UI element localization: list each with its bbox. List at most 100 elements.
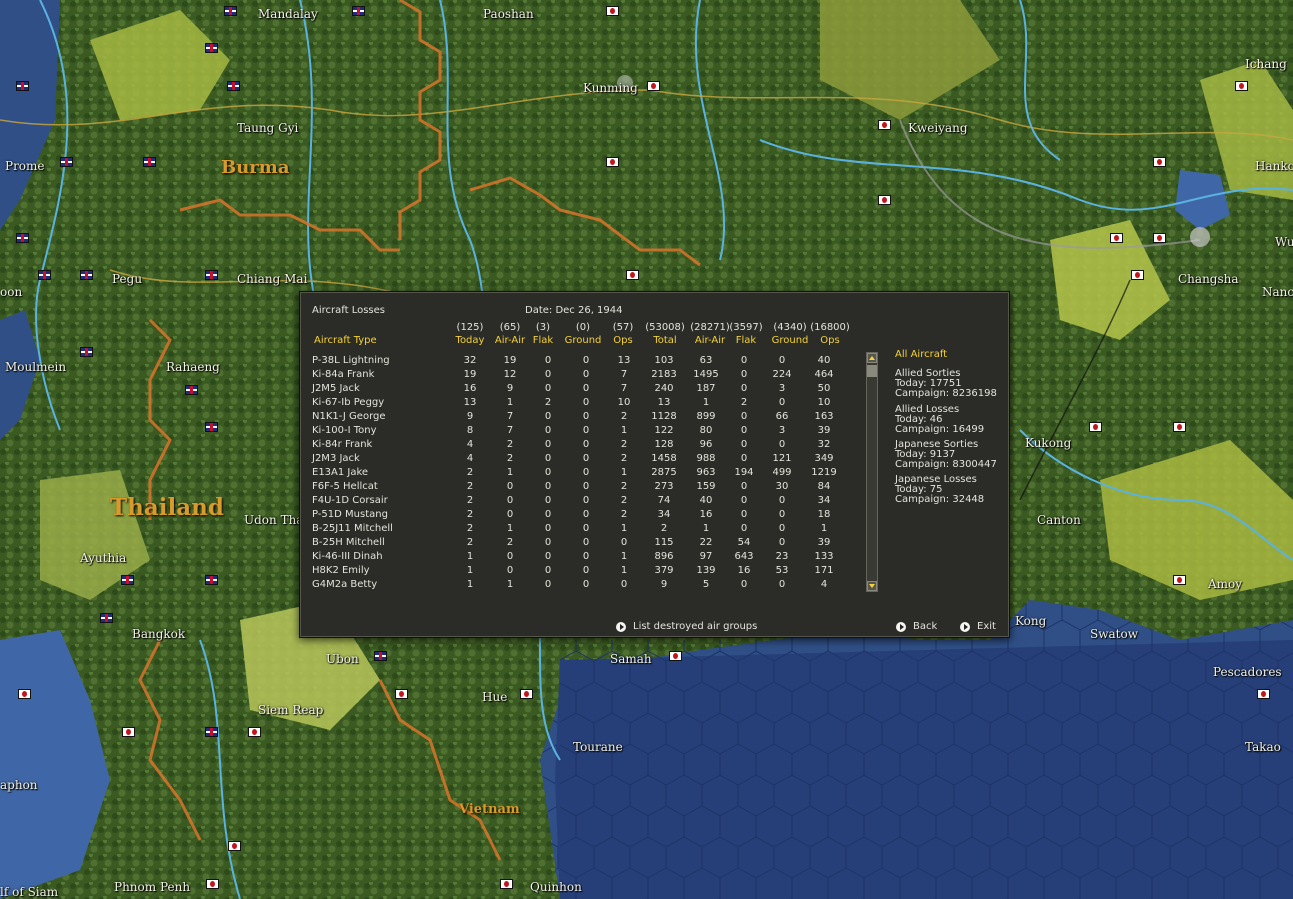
table-row[interactable]: B-25H Mitchell 2 2 0 0 0 115 22 54 0 39 bbox=[312, 535, 846, 549]
japanese-flag-icon[interactable] bbox=[626, 270, 639, 280]
scroll-up-arrow-icon[interactable] bbox=[867, 353, 877, 363]
japanese-flag-icon[interactable] bbox=[1173, 575, 1186, 585]
allied-flag-icon[interactable] bbox=[16, 81, 29, 91]
allied-flag-icon[interactable] bbox=[100, 613, 113, 623]
allied-flag-icon[interactable] bbox=[185, 385, 198, 395]
japanese-flag-icon[interactable] bbox=[500, 879, 513, 889]
column-header[interactable]: Ground bbox=[563, 335, 603, 346]
map-place-label: Canton bbox=[1037, 513, 1081, 527]
loss-value-cell: 121 bbox=[772, 452, 792, 464]
table-row[interactable]: E13A1 Jake 2 1 0 0 1 2875 963 194 499 1219 bbox=[312, 465, 846, 479]
allied-flag-icon[interactable] bbox=[224, 6, 237, 16]
filter-all-aircraft[interactable]: All Aircraft bbox=[895, 350, 947, 360]
japanese-flag-icon[interactable] bbox=[1257, 689, 1270, 699]
table-row[interactable]: F4U-1D Corsair 2 0 0 0 2 74 40 0 0 34 bbox=[312, 493, 846, 507]
loss-value-cell: 0 bbox=[582, 438, 590, 450]
aircraft-type-cell: N1K1-J George bbox=[312, 410, 386, 422]
allied-flag-icon[interactable] bbox=[60, 157, 73, 167]
japanese-flag-icon[interactable] bbox=[206, 879, 219, 889]
table-row[interactable]: B-25J11 Mitchell 2 1 0 0 1 2 1 0 0 1 bbox=[312, 521, 846, 535]
japanese-flag-icon[interactable] bbox=[248, 727, 261, 737]
scroll-down-arrow-icon[interactable] bbox=[867, 581, 877, 591]
japanese-flag-icon[interactable] bbox=[1131, 270, 1144, 280]
japanese-flag-icon[interactable] bbox=[520, 689, 533, 699]
allied-flag-icon[interactable] bbox=[227, 81, 240, 91]
table-row[interactable]: P-38L Lightning 32 19 0 0 13 103 63 0 0 40 bbox=[312, 353, 846, 367]
allied-flag-icon[interactable] bbox=[80, 347, 93, 357]
japanese-flag-icon[interactable] bbox=[1089, 422, 1102, 432]
allied-flag-icon[interactable] bbox=[205, 43, 218, 53]
allied-flag-icon[interactable] bbox=[121, 575, 134, 585]
column-header-aircraft-type[interactable]: Aircraft Type bbox=[314, 335, 377, 346]
loss-value-cell: 0 bbox=[740, 452, 748, 464]
table-row[interactable]: Ki-46-III Dinah 1 0 0 0 1 896 97 643 23 133 bbox=[312, 549, 846, 563]
japanese-flag-icon[interactable] bbox=[647, 81, 660, 91]
loss-value-cell: 3 bbox=[778, 424, 786, 436]
table-row[interactable]: J2M5 Jack 16 9 0 0 7 240 187 0 3 50 bbox=[312, 381, 846, 395]
allied-flag-icon[interactable] bbox=[38, 270, 51, 280]
column-header[interactable]: Ops bbox=[605, 335, 641, 346]
table-row[interactable]: J2M3 Jack 4 2 0 0 2 1458 988 0 121 349 bbox=[312, 451, 846, 465]
allied-flag-icon[interactable] bbox=[205, 270, 218, 280]
table-row[interactable]: P-51D Mustang 2 0 0 0 2 34 16 0 0 18 bbox=[312, 507, 846, 521]
column-header[interactable]: Today bbox=[450, 335, 490, 346]
japanese-flag-icon[interactable] bbox=[1173, 422, 1186, 432]
allied-flag-icon[interactable] bbox=[143, 157, 156, 167]
table-row[interactable]: Ki-67-Ib Peggy 13 1 2 0 10 13 1 2 0 10 bbox=[312, 395, 846, 409]
column-header[interactable]: Air-Air bbox=[690, 335, 730, 346]
japanese-flag-icon[interactable] bbox=[606, 6, 619, 16]
loss-value-cell: 1495 bbox=[693, 368, 719, 380]
allied-flag-icon[interactable] bbox=[205, 575, 218, 585]
loss-value-cell: 2 bbox=[506, 452, 514, 464]
aircraft-type-cell: Ki-84r Frank bbox=[312, 438, 373, 450]
allied-flag-icon[interactable] bbox=[80, 270, 93, 280]
loss-value-cell: 0 bbox=[582, 396, 590, 408]
japanese-flag-icon[interactable] bbox=[878, 195, 891, 205]
allied-flag-icon[interactable] bbox=[205, 727, 218, 737]
column-header[interactable]: Air-Air bbox=[490, 335, 530, 346]
table-row[interactable]: G4M2a Betty 1 1 0 0 0 9 5 0 0 4 bbox=[312, 577, 846, 591]
arrow-right-icon bbox=[896, 621, 906, 632]
loss-value-cell: 0 bbox=[544, 536, 552, 548]
column-header[interactable]: Total bbox=[643, 335, 687, 346]
column-header[interactable]: Flak bbox=[525, 335, 561, 346]
loss-value-cell: 2 bbox=[466, 480, 474, 492]
japanese-flag-icon[interactable] bbox=[228, 841, 241, 851]
table-row[interactable]: Ki-84a Frank 19 12 0 0 7 2183 1495 0 224 464 bbox=[312, 367, 846, 381]
back-button[interactable]: Back bbox=[896, 621, 937, 632]
map-place-label: Takao bbox=[1245, 740, 1281, 754]
japanese-flag-icon[interactable] bbox=[122, 727, 135, 737]
japanese-flag-icon[interactable] bbox=[878, 120, 891, 130]
column-header[interactable]: Ground bbox=[770, 335, 810, 346]
japanese-flag-icon[interactable] bbox=[669, 651, 682, 661]
loss-value-cell: 464 bbox=[814, 368, 834, 380]
table-row[interactable]: N1K1-J George 9 7 0 0 2 1128 899 0 66 163 bbox=[312, 409, 846, 423]
map-place-label: Kunming bbox=[583, 81, 638, 95]
japanese-flag-icon[interactable] bbox=[1110, 233, 1123, 243]
loss-value-cell: 0 bbox=[620, 536, 628, 548]
table-row[interactable]: H8K2 Emily 1 0 0 0 1 379 139 16 53 171 bbox=[312, 563, 846, 577]
allied-flag-icon[interactable] bbox=[16, 233, 29, 243]
japanese-flag-icon[interactable] bbox=[1235, 81, 1248, 91]
table-row[interactable]: Ki-84r Frank 4 2 0 0 2 128 96 0 0 32 bbox=[312, 437, 846, 451]
table-row[interactable]: Ki-100-I Tony 8 7 0 0 1 122 80 0 3 39 bbox=[312, 423, 846, 437]
japanese-flag-icon[interactable] bbox=[395, 689, 408, 699]
aircraft-type-cell: F6F-5 Hellcat bbox=[312, 480, 378, 492]
loss-value-cell: 103 bbox=[654, 354, 674, 366]
japanese-flag-icon[interactable] bbox=[1153, 233, 1166, 243]
japanese-flag-icon[interactable] bbox=[606, 157, 619, 167]
allied-flag-icon[interactable] bbox=[352, 6, 365, 16]
allied-flag-icon[interactable] bbox=[374, 651, 387, 661]
list-scrollbar[interactable] bbox=[866, 352, 878, 592]
list-destroyed-air-groups-button[interactable]: List destroyed air groups bbox=[616, 621, 757, 632]
scroll-thumb[interactable] bbox=[867, 365, 877, 377]
japanese-flag-icon[interactable] bbox=[18, 689, 31, 699]
loss-value-cell: 896 bbox=[654, 550, 674, 562]
column-header[interactable]: Ops bbox=[808, 335, 852, 346]
column-header[interactable]: Flak bbox=[728, 335, 764, 346]
allied-flag-icon[interactable] bbox=[205, 422, 218, 432]
table-row[interactable]: F6F-5 Hellcat 2 0 0 0 2 273 159 0 30 84 bbox=[312, 479, 846, 493]
exit-button[interactable]: Exit bbox=[960, 621, 996, 632]
japanese-flag-icon[interactable] bbox=[1153, 157, 1166, 167]
loss-value-cell: 34 bbox=[817, 494, 831, 506]
